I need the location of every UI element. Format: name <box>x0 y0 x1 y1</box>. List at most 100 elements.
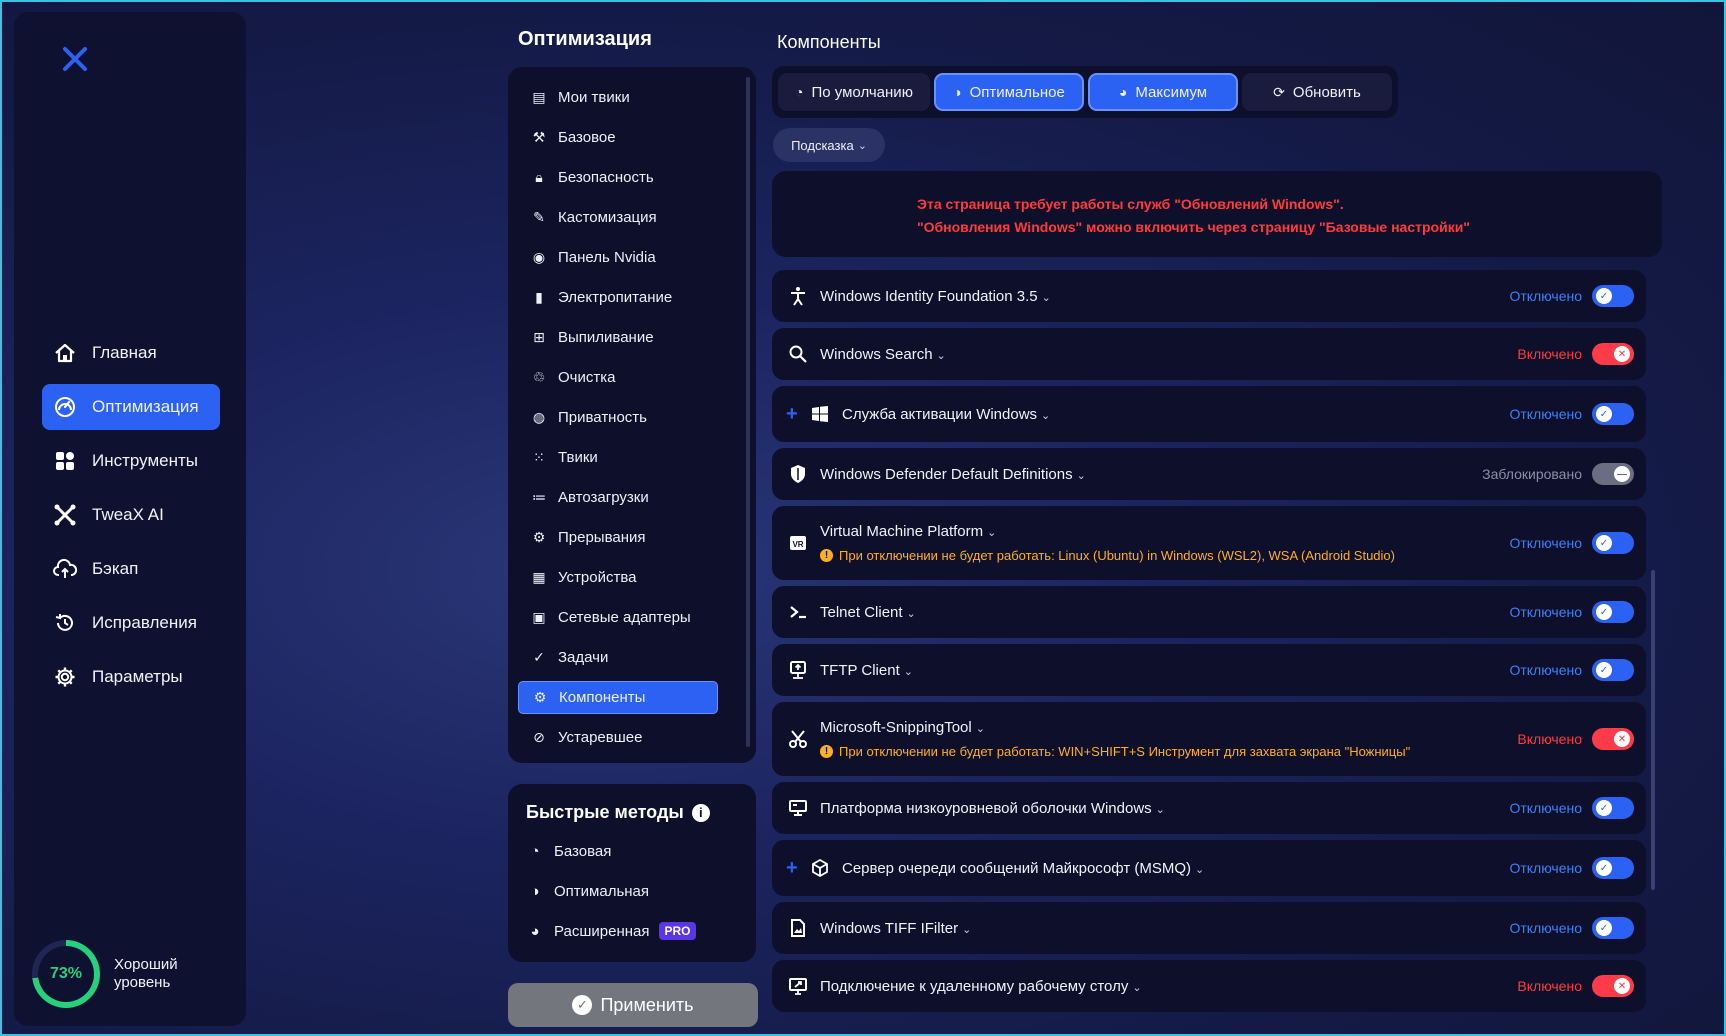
component-toggle[interactable]: ✓ <box>1592 857 1634 879</box>
mode-maximum-button[interactable]: ◕ Максимум <box>1088 73 1238 111</box>
menu-item-basic[interactable]: ⚒ Базовое <box>518 121 718 154</box>
menu-item-privacy[interactable]: ◍ Приватность <box>518 401 718 434</box>
mode-optimal-button[interactable]: ◑ Оптимальное <box>934 73 1084 111</box>
component-row: Windows TIFF IFilter ⌄ Отключено ✓ <box>772 902 1646 954</box>
menu-item-security[interactable]: 🔒︎ Безопасность <box>518 161 718 194</box>
quick-method-extended[interactable]: ◕ Расширенная PRO <box>526 911 738 951</box>
toggle-knob-icon: ✕ <box>1614 978 1630 994</box>
component-warning-text: При отключении не будет работать: Linux … <box>839 548 1395 563</box>
component-name[interactable]: Windows TIFF IFilter ⌄ <box>820 920 1509 937</box>
component-toggle[interactable]: ✓ <box>1592 601 1634 623</box>
nav-item-fixes[interactable]: Исправления <box>42 600 220 646</box>
component-name[interactable]: Telnet Client ⌄ <box>820 604 1509 621</box>
component-toggle[interactable]: ✕ <box>1592 343 1634 365</box>
pro-badge: PRO <box>659 922 696 940</box>
component-body: TFTP Client ⌄ <box>820 662 1509 679</box>
expand-plus-icon[interactable]: + <box>786 857 798 880</box>
component-status: Отключено <box>1509 535 1582 551</box>
component-toggle[interactable]: ✕ <box>1592 728 1634 750</box>
expand-plus-icon[interactable]: + <box>786 403 798 426</box>
broom-icon: ♲ <box>532 369 546 385</box>
nav-item-label: Инструменты <box>92 451 199 470</box>
menu-item-components[interactable]: ⚙ Компоненты <box>518 681 718 714</box>
gauge-mid-icon: ◑ <box>530 882 540 900</box>
menu-item-interrupts[interactable]: ⚙ Прерывания <box>518 521 718 554</box>
menu-item-network-adapters[interactable]: ▣ Сетевые адаптеры <box>518 601 718 634</box>
menu-item-power[interactable]: ▮ Электропитание <box>518 281 718 314</box>
component-name-text: Microsoft-SnippingTool <box>820 719 972 736</box>
ai-icon <box>52 502 78 528</box>
menu-item-startup[interactable]: ≔ Автозагрузки <box>518 481 718 514</box>
component-name[interactable]: TFTP Client ⌄ <box>820 662 1509 679</box>
nav-item-home[interactable]: Главная <box>42 330 220 376</box>
windows-update-warning: Эта страница требует работы служб "Обнов… <box>772 171 1662 257</box>
menu-item-debloat[interactable]: ⊞ Выпиливание <box>518 321 718 354</box>
component-toggle[interactable]: ✓ <box>1592 797 1634 819</box>
nav-item-optimization[interactable]: Оптимизация <box>42 384 220 430</box>
component-status: Отключено <box>1509 920 1582 936</box>
optimization-menu: ▤ Мои твики ⚒ Базовое 🔒︎ Безопасность ✎ Каст… <box>508 67 756 763</box>
menu-item-cleanup[interactable]: ♲ Очистка <box>518 361 718 394</box>
component-name[interactable]: Подключение к удаленному рабочему столу ⌄ <box>820 978 1517 995</box>
quick-method-optimal[interactable]: ◑ Оптимальная <box>526 871 738 911</box>
component-toggle[interactable]: ✕ <box>1592 975 1634 997</box>
app-logo-icon[interactable] <box>50 34 100 84</box>
menu-item-nvidia[interactable]: ◉ Панель Nvidia <box>518 241 718 274</box>
component-row: Платформа низкоуровневой оболочки Window… <box>772 782 1646 834</box>
component-toggle[interactable]: ✓ <box>1592 659 1634 681</box>
check-icon: ✓ <box>572 995 593 1015</box>
component-name-text: Windows TIFF IFilter <box>820 919 959 937</box>
menu-item-customization[interactable]: ✎ Кастомизация <box>518 201 718 234</box>
cog-icon: ⚙ <box>532 529 546 545</box>
info-icon[interactable]: i <box>691 803 710 822</box>
component-name[interactable]: Windows Defender Default Definitions ⌄ <box>820 466 1482 483</box>
chevron-down-icon: ⌄ <box>1195 863 1205 876</box>
quick-method-basic[interactable]: ◔ Базовая <box>526 831 738 871</box>
nav-item-label: TweaX AI <box>92 505 164 524</box>
component-name[interactable]: Virtual Machine Platform ⌄ <box>820 523 1509 540</box>
component-row: VR Virtual Machine Platform ⌄! При отключен… <box>772 506 1646 580</box>
component-body: Подключение к удаленному рабочему столу ⌄ <box>820 978 1517 995</box>
menu-item-label: Сетевые адаптеры <box>558 609 691 626</box>
warning-line: "Обновления Windows" можно включить чере… <box>917 219 1470 235</box>
menu-item-my-tweaks[interactable]: ▤ Мои твики <box>518 81 718 114</box>
component-toggle[interactable]: ✓ <box>1592 532 1634 554</box>
component-row: TFTP Client ⌄ Отключено ✓ <box>772 644 1646 696</box>
menu-item-label: Прерывания <box>558 529 646 546</box>
components-scrollbar[interactable] <box>1651 570 1655 890</box>
gauge-high-icon: ◕ <box>1118 84 1128 100</box>
mode-label: Максимум <box>1135 83 1208 101</box>
component-name[interactable]: Microsoft-SnippingTool ⌄ <box>820 719 1517 736</box>
component-name[interactable]: Windows Identity Foundation 3.5 ⌄ <box>820 288 1509 305</box>
menu-item-tasks[interactable]: ✓ Задачи <box>518 641 718 674</box>
nav-item-backup[interactable]: Бэкап <box>42 546 220 592</box>
component-toggle[interactable]: ✓ <box>1592 285 1634 307</box>
toggle-knob-icon: ✓ <box>1596 800 1612 816</box>
nav-item-tools[interactable]: Инструменты <box>42 438 220 484</box>
shield-icon <box>786 462 810 486</box>
quick-methods-title: Быстрые методы i <box>526 802 738 823</box>
chevron-down-icon: ⌄ <box>906 607 916 620</box>
mode-default-button[interactable]: ◔ По умолчанию <box>778 73 930 111</box>
task-check-icon: ✓ <box>533 649 545 665</box>
menu-item-deprecated[interactable]: ⊘ Устаревшее <box>518 721 718 754</box>
hint-dropdown[interactable]: Подсказка ⌄ <box>773 128 885 162</box>
components-gear-icon: ⚙ <box>533 689 547 705</box>
component-name[interactable]: Сервер очереди сообщений Майкрософт (MSM… <box>842 860 1509 877</box>
refresh-button[interactable]: ⟳ Обновить <box>1242 73 1392 111</box>
toggle-knob-icon: ✓ <box>1596 535 1612 551</box>
menu-item-devices[interactable]: ▦ Устройства <box>518 561 718 594</box>
menu-item-label: Мои твики <box>558 89 630 106</box>
component-name[interactable]: Служба активации Windows ⌄ <box>842 406 1509 423</box>
component-toggle[interactable]: ✓ <box>1592 403 1634 425</box>
nav-item-settings[interactable]: Параметры <box>42 654 220 700</box>
apply-button[interactable]: ✓ Применить <box>508 983 758 1027</box>
menu-item-tweaks[interactable]: ⁙ Твики <box>518 441 718 474</box>
nav-item-tweax-ai[interactable]: TweaX AI <box>42 492 220 538</box>
menu-item-label: Базовое <box>558 129 616 146</box>
component-name[interactable]: Windows Search ⌄ <box>820 346 1517 363</box>
menu-scrollbar[interactable] <box>746 77 750 747</box>
component-name[interactable]: Платформа низкоуровневой оболочки Window… <box>820 800 1509 817</box>
monitor-shell-icon <box>786 796 810 820</box>
component-toggle[interactable]: ✓ <box>1592 917 1634 939</box>
